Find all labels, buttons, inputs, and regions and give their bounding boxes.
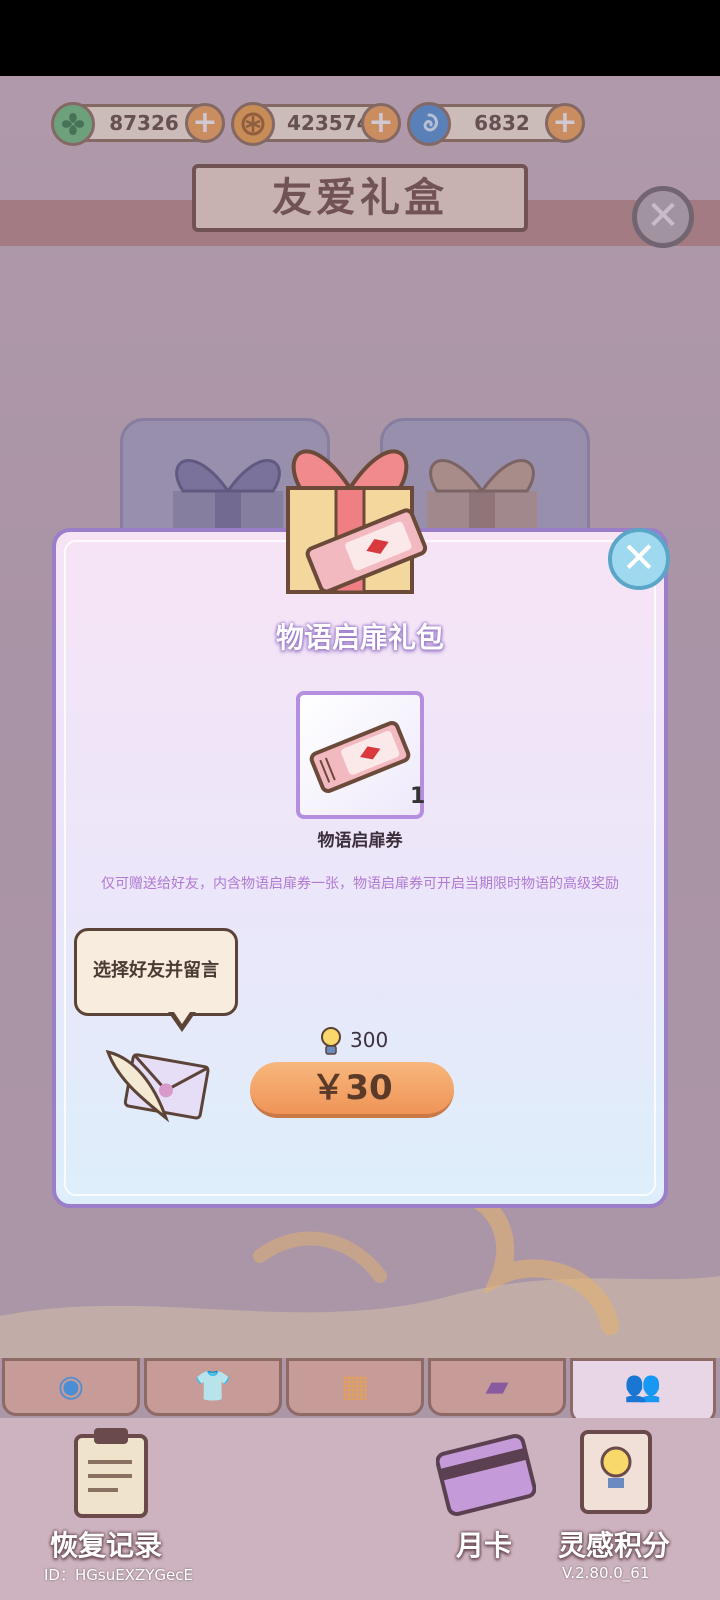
lightbulb-icon [321,1027,341,1055]
shirt-icon: 👕 [194,1369,232,1404]
pack-description: 仅可赠送给好友，内含物语启扉券一张，物语启扉券可开启当期限时物语的高级奖励 [101,876,619,892]
bubble-tail-inner [172,1009,192,1024]
item-count: 1 [410,784,426,809]
tab-gift[interactable]: ▦ [286,1358,424,1416]
inspiration-points-icon [580,1430,652,1514]
tab-clothing[interactable]: 👕 [144,1358,282,1416]
item-name: 物语启扉券 [317,831,403,851]
inspiration-points-button[interactable]: 灵感积分 [558,1524,670,1564]
monthly-card-icon [436,1433,536,1517]
swirl-icon: ◉ [57,1369,85,1404]
gift-box-image [286,449,428,594]
version-text: V.2.80.0_61 [562,1564,650,1582]
envelope-quill-icon[interactable] [104,1040,212,1124]
pack-title: 物语启扉礼包 [275,621,444,654]
user-id: ID：HGsuEXZYGecE [44,1566,193,1584]
cost-points: 300 [350,1028,389,1052]
select-friend-bubble[interactable]: 选择好友并留言 [74,928,238,1016]
tab-card[interactable]: ▰ [428,1358,566,1416]
ticket-icon [309,721,411,793]
gift-icon: ▦ [340,1369,370,1404]
recovery-record-button[interactable]: 恢复记录 [50,1524,162,1564]
friends-icon: 👥 [624,1369,662,1404]
buy-button[interactable]: ￥30 [250,1062,454,1118]
card-icon: ▰ [485,1369,509,1404]
modal-close-button[interactable]: ✕ [608,528,670,590]
item-slot[interactable] [296,691,424,819]
clipboard-icon [74,1428,148,1518]
monthly-card-button[interactable]: 月卡 [456,1524,512,1564]
tab-bar: ◉ 👕 ▦ ▰ 👥 [0,1358,720,1424]
tab-friends[interactable]: 👥 [570,1358,716,1424]
bottom-area: 恢复记录 ID：HGsuEXZYGecE 月卡 灵感积分 V.2.80.0_61 [0,1418,720,1600]
tab-swirl[interactable]: ◉ [2,1358,140,1416]
